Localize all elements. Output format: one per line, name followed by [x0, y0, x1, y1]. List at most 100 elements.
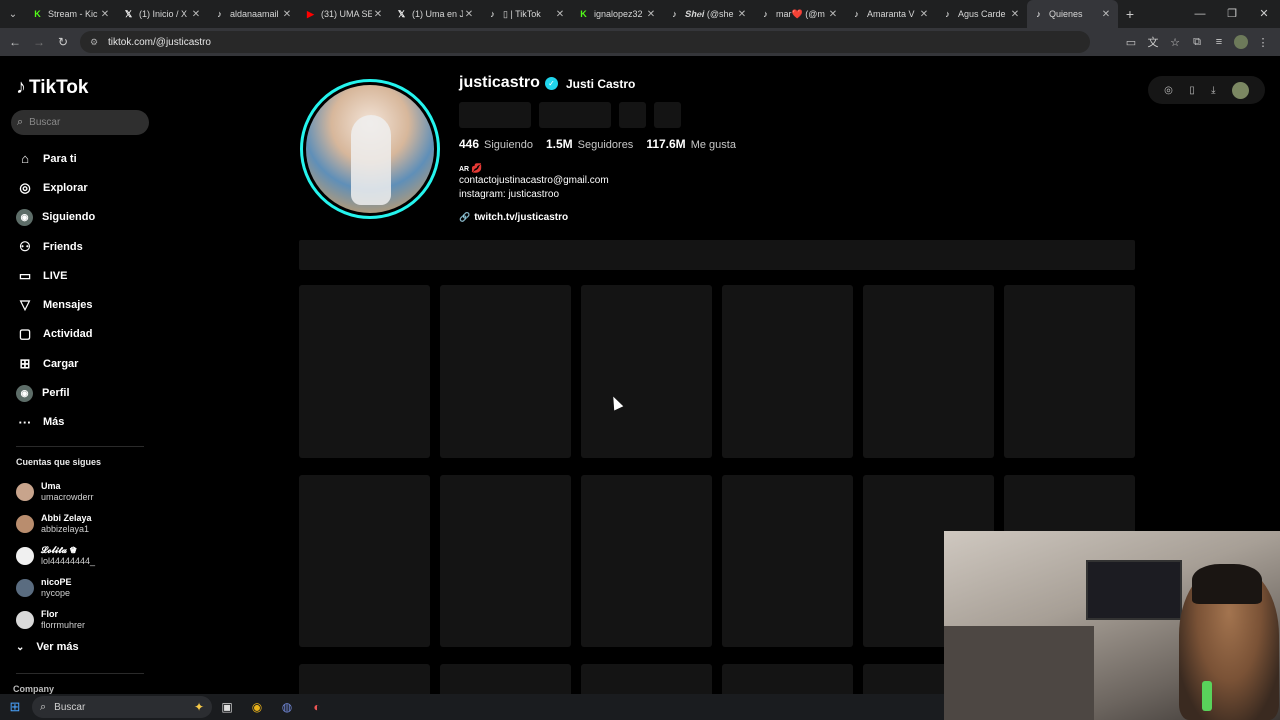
browser-tab[interactable]: ♪ Agus Carde ✕ — [936, 0, 1027, 28]
video-thumbnail-placeholder[interactable] — [722, 285, 853, 458]
browser-tab[interactable]: ♪ Amaranta V ✕ — [845, 0, 936, 28]
video-thumbnail-placeholder[interactable] — [299, 285, 430, 458]
following-account[interactable]: 𝓛𝓸𝓵𝓲𝓽𝓪 ♛ lol44444444_ — [16, 540, 95, 572]
translate-icon[interactable]: 文 — [1142, 34, 1164, 50]
video-thumbnail-placeholder[interactable] — [440, 664, 571, 694]
sidebar-item-label: Mensajes — [43, 299, 93, 312]
video-thumbnail-placeholder[interactable] — [299, 475, 430, 647]
coins-icon[interactable]: ◎ — [1164, 85, 1173, 96]
tiktok-logo[interactable]: ♪ TikTok — [16, 76, 88, 99]
tab-title: Quienes — [1049, 9, 1083, 19]
sidebar-item-perfil[interactable]: ◉ Perfil — [16, 378, 95, 407]
sidebar-item-siguiendo[interactable]: ◉ Siguiendo — [16, 203, 95, 232]
close-tab-icon[interactable]: ✕ — [645, 9, 657, 20]
video-thumbnail-placeholder[interactable] — [440, 475, 571, 647]
device-icon[interactable]: ▯ — [1189, 85, 1195, 96]
video-thumbnail-placeholder[interactable] — [581, 475, 712, 647]
see-more-button[interactable]: ⌄ Ver más — [16, 641, 79, 653]
download-icon[interactable]: ⤓ — [1211, 85, 1215, 96]
profile-avatar[interactable] — [300, 79, 440, 219]
task-view-icon[interactable]: ▣ — [212, 700, 242, 714]
extensions-icon[interactable]: ⧉ — [1186, 36, 1208, 49]
browser-tab[interactable]: ♪ 𝑺𝒉𝒆𝒊 (@she ✕ — [663, 0, 754, 28]
sidebar-item-para-ti[interactable]: ⌂ Para ti — [16, 144, 95, 173]
close-tab-icon[interactable]: ✕ — [918, 9, 930, 20]
close-tab-icon[interactable]: ✕ — [463, 9, 475, 20]
sidebar-item-label: Más — [43, 416, 65, 429]
close-tab-icon[interactable]: ✕ — [736, 9, 748, 20]
minimize-icon[interactable]: — — [1184, 0, 1216, 28]
windows-start-icon[interactable]: ⊞ — [0, 699, 30, 715]
browser-tab[interactable]: ♪ aldanaamail ✕ — [208, 0, 299, 28]
following-account[interactable]: nicoPE nycope — [16, 572, 95, 604]
tiktok-icon: ♪ — [672, 9, 677, 19]
video-thumbnail-placeholder[interactable] — [1004, 285, 1135, 458]
video-thumbnail-placeholder[interactable] — [440, 285, 571, 458]
browser-tab[interactable]: ♪ mar❤️ (@m ✕ — [754, 0, 845, 28]
close-tab-icon[interactable]: ✕ — [372, 9, 384, 20]
browser-tab[interactable]: 𝕏 (1) Uma en J ✕ — [390, 0, 481, 28]
user-avatar[interactable] — [1231, 81, 1249, 99]
new-tab-button[interactable]: + — [1118, 6, 1142, 22]
taskbar-search[interactable]: ⌕ Buscar ✦ — [32, 696, 212, 718]
sidebar-item-label: Para ti — [43, 152, 77, 165]
browser-tab[interactable]: ♪ Quienes ✕ — [1027, 0, 1118, 28]
browser-tab[interactable]: 𝕏 (1) Inicio / X ✕ — [117, 0, 208, 28]
close-window-icon[interactable]: ✕ — [1248, 0, 1280, 28]
site-info-icon[interactable]: ⚙ — [90, 37, 100, 47]
video-thumbnail-placeholder[interactable] — [581, 664, 712, 694]
sidebar-item-más[interactable]: ··· Más — [16, 408, 95, 437]
browser-menu-icon[interactable]: ⋮ — [1252, 36, 1274, 49]
discord-icon[interactable]: ◍ — [272, 700, 302, 714]
close-tab-icon[interactable]: ✕ — [1100, 9, 1112, 20]
reading-list-icon[interactable]: ≡ — [1208, 36, 1230, 48]
sidebar-item-live[interactable]: ▭ LIVE — [16, 261, 95, 290]
video-thumbnail-placeholder[interactable] — [581, 285, 712, 458]
browser-tab[interactable]: K Stream - Kic ✕ — [26, 0, 117, 28]
url-bar[interactable]: ⚙ tiktok.com/@justicastro — [80, 31, 1090, 53]
bookmark-star-icon[interactable]: ☆ — [1164, 36, 1186, 49]
sidebar-item-explorar[interactable]: ◎ Explorar — [16, 173, 95, 202]
close-tab-icon[interactable]: ✕ — [554, 9, 566, 20]
following-avatar-icon: ◉ — [16, 208, 33, 226]
back-arrow-icon[interactable]: ← — [3, 35, 27, 49]
browser-tab[interactable]: ▶ (31) UMA SE ✕ — [299, 0, 390, 28]
sidebar-item-mensajes[interactable]: ▽ Mensajes — [16, 290, 95, 319]
browser-tab[interactable]: Kignalopez32 ✕ — [572, 0, 663, 28]
close-tab-icon[interactable]: ✕ — [827, 9, 839, 20]
tab-search-menu-icon[interactable]: ⌄ — [0, 0, 26, 28]
account-username: nycope — [41, 588, 71, 598]
video-thumbnail-placeholder[interactable] — [299, 664, 430, 694]
search-box[interactable]: ⌕ — [11, 110, 149, 135]
video-thumbnail-placeholder[interactable] — [722, 664, 853, 694]
search-input[interactable] — [29, 117, 130, 128]
avatar — [16, 547, 34, 565]
close-tab-icon[interactable]: ✕ — [1009, 9, 1021, 20]
browser-profile-avatar[interactable] — [1234, 35, 1248, 49]
video-thumbnail-placeholder[interactable] — [863, 285, 994, 458]
browser-tab[interactable]: ♪ ▯ | TikTok ✕ — [481, 0, 572, 28]
sidebar-item-cargar[interactable]: ⊞ Cargar — [16, 349, 95, 378]
profile-username: justicastro — [459, 74, 540, 91]
profile-link[interactable]: 🔗 twitch.tv/justicastro — [459, 212, 568, 223]
forward-arrow-icon[interactable]: → — [27, 35, 51, 49]
following-account[interactable]: Abbi Zelaya abbizelaya1 — [16, 508, 95, 540]
profile-photo — [306, 85, 434, 213]
video-thumbnail-placeholder[interactable] — [722, 475, 853, 647]
following-account[interactable]: Flor florrmuhrer — [16, 604, 95, 636]
floating-toolbar: ◎ ▯ ⤓ — [1148, 76, 1265, 104]
following-account[interactable]: Uma umacrowderr — [16, 476, 95, 508]
obs-icon[interactable]: ◐ — [302, 700, 332, 714]
reload-icon[interactable]: ↻ — [51, 35, 75, 49]
company-link[interactable]: Company — [13, 684, 54, 694]
cast-icon[interactable]: ▭ — [1120, 36, 1142, 49]
sidebar-item-friends[interactable]: ⚇ Friends — [16, 232, 95, 261]
chrome-icon[interactable]: ◉ — [242, 700, 272, 714]
close-tab-icon[interactable]: ✕ — [99, 9, 111, 20]
sidebar-item-actividad[interactable]: ▢ Actividad — [16, 320, 95, 349]
maximize-icon[interactable]: ❐ — [1216, 0, 1248, 28]
tab-title: 𝑺𝒉𝒆𝒊 (@she — [685, 8, 734, 19]
close-tab-icon[interactable]: ✕ — [281, 9, 293, 20]
tab-title: ▯ | TikTok — [503, 8, 541, 19]
close-tab-icon[interactable]: ✕ — [190, 9, 202, 20]
